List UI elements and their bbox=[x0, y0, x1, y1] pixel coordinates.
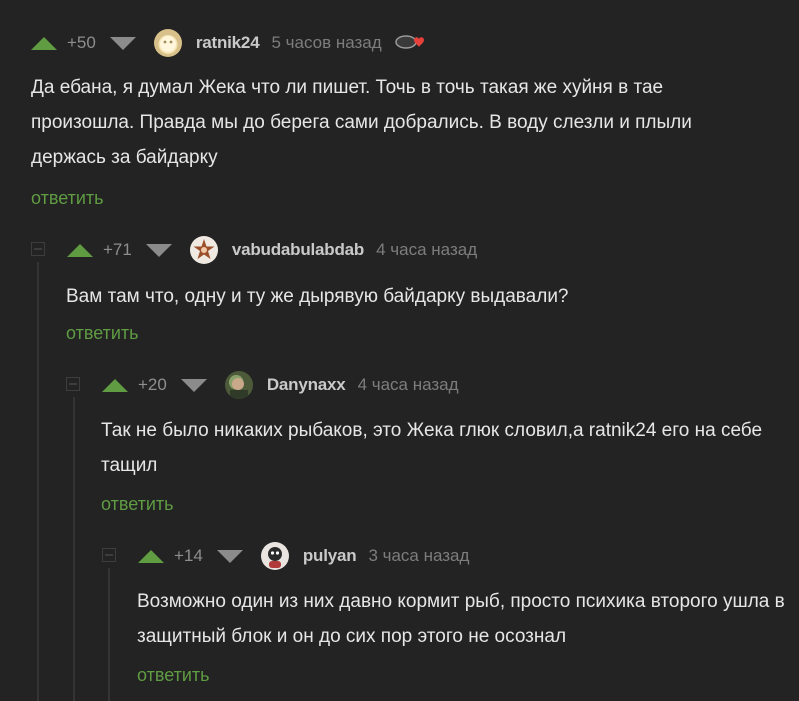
collapse-icon[interactable] bbox=[102, 548, 116, 562]
comment-header: +50 ratnik24 5 часов назад bbox=[31, 28, 428, 58]
collapse-icon[interactable] bbox=[31, 242, 45, 256]
upvote-arrow-icon[interactable] bbox=[67, 243, 93, 257]
downvote-arrow-icon[interactable] bbox=[216, 549, 243, 563]
comment-author[interactable]: pulyan bbox=[303, 546, 357, 566]
comment-rating: +71 bbox=[103, 240, 132, 259]
avatar[interactable] bbox=[153, 29, 182, 57]
avatar[interactable] bbox=[189, 236, 218, 264]
heart-badge-icon bbox=[394, 31, 428, 55]
avatar[interactable] bbox=[224, 371, 253, 399]
downvote-arrow-icon[interactable] bbox=[109, 36, 136, 50]
comment-text: Так не было никаких рыбаков, это Жека гл… bbox=[101, 420, 763, 476]
avatar[interactable] bbox=[260, 542, 289, 570]
reply-link[interactable]: ответить bbox=[31, 188, 104, 209]
downvote-arrow-icon[interactable] bbox=[180, 378, 207, 392]
comment-header: +20 Danynaxx 4 часа назад bbox=[102, 370, 459, 400]
reply-link[interactable]: ответить bbox=[137, 665, 210, 686]
thread-line bbox=[108, 568, 110, 701]
comment-text: Возможно один из них давно кормит рыб, п… bbox=[137, 591, 785, 647]
comment-author[interactable]: Danynaxx bbox=[267, 375, 346, 395]
upvote-arrow-icon[interactable] bbox=[138, 549, 164, 563]
comment-rating: +14 bbox=[174, 546, 203, 565]
comment-header: +71 vabudabulabdab 4 часа назад bbox=[67, 235, 477, 265]
comment-rating: +50 bbox=[67, 33, 96, 52]
comment-header: +14 pulyan 3 часа назад bbox=[138, 541, 469, 571]
reply-link[interactable]: ответить bbox=[101, 494, 174, 515]
comment-author[interactable]: vabudabulabdab bbox=[232, 240, 364, 260]
upvote-arrow-icon[interactable] bbox=[31, 36, 57, 50]
downvote-arrow-icon[interactable] bbox=[145, 243, 172, 257]
thread-line bbox=[73, 397, 75, 701]
thread-line bbox=[37, 262, 39, 701]
comment-author[interactable]: ratnik24 bbox=[196, 33, 260, 53]
comment-time[interactable]: 5 часов назад bbox=[271, 33, 381, 53]
reply-link[interactable]: ответить bbox=[66, 323, 139, 344]
upvote-arrow-icon[interactable] bbox=[102, 378, 128, 392]
comment-text: Вам там что, одну и ту же дырявую байдар… bbox=[66, 286, 569, 307]
comment-time[interactable]: 4 часа назад bbox=[358, 375, 459, 395]
comment-rating: +20 bbox=[138, 375, 167, 394]
comment-text: Да ебана, я думал Жека что ли пишет. Точ… bbox=[31, 77, 692, 168]
comment-time[interactable]: 3 часа назад bbox=[368, 546, 469, 566]
collapse-icon[interactable] bbox=[66, 377, 80, 391]
comment-time[interactable]: 4 часа назад bbox=[376, 240, 477, 260]
